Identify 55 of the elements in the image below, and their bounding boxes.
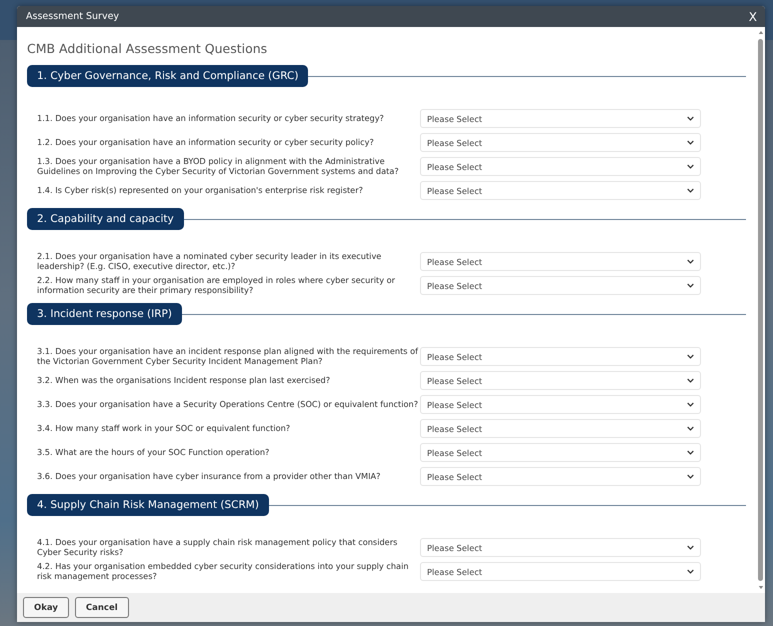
scroll-down-icon[interactable] xyxy=(758,585,764,590)
chevron-down-icon xyxy=(687,426,694,431)
question-text: 4.2. Has your organisation embedded cyber security considerations into your supply chain risk management processes? xyxy=(37,562,410,581)
section-header: 3. Incident response (IRP) xyxy=(27,303,182,325)
dropdown[interactable]: Please Select xyxy=(420,133,701,152)
question-text: 2.1. Does your organisation have a nominated cyber security leader in its executive leadership? (E.g. CISO, executive director, etc.)? xyxy=(37,252,382,271)
question-text: 3.5. What are the hours of your SOC Function operation? xyxy=(37,448,270,458)
section-header: 4. Supply Chain Risk Management (SCRM) xyxy=(27,494,269,516)
chevron-down-icon xyxy=(687,164,694,169)
question-text: 2.2. How many staff in your organisation are employed in roles where cyber security or information security are their primary responsibility? xyxy=(37,276,396,295)
chevron-down-icon xyxy=(687,545,694,550)
okay-button[interactable]: Okay xyxy=(23,597,69,618)
chevron-down-icon xyxy=(687,354,694,359)
dropdown[interactable]: Please Select xyxy=(420,371,701,390)
scroll-up-icon[interactable] xyxy=(758,30,764,35)
question-text: 1.3. Does your organisation have a BYOD policy in alignment with the Administrative Guidelines on Improving the Cyber Security of Victorian Government systems and data? xyxy=(37,157,400,176)
chevron-down-icon xyxy=(687,259,694,264)
dropdown[interactable]: Please Select xyxy=(420,157,701,176)
chevron-down-icon xyxy=(687,188,694,193)
dropdown[interactable]: Please Select xyxy=(420,109,701,128)
chevron-down-icon xyxy=(687,450,694,455)
chevron-down-icon xyxy=(687,378,694,383)
dropdown[interactable]: Please Select xyxy=(420,395,701,414)
chevron-down-icon xyxy=(687,402,694,407)
form-heading: CMB Additional Assessment Questions xyxy=(27,41,268,56)
chevron-down-icon xyxy=(687,140,694,145)
close-button[interactable]: X xyxy=(746,10,759,24)
question-text: 3.1. Does your organisation have an incident response plan aligned with the requirements of the Victorian Government Cyber Security Incident Management Plan? xyxy=(37,347,420,366)
question-text: 1.1. Does your organisation have an information security or cyber security strategy? xyxy=(37,114,385,124)
question-text: 1.2. Does your organisation have an information security or cyber security policy? xyxy=(37,138,375,148)
cancel-button[interactable]: Cancel xyxy=(74,597,129,618)
dialog-title: Assessment Survey xyxy=(26,11,120,22)
chevron-down-icon xyxy=(687,569,694,574)
dropdown[interactable]: Please Select xyxy=(420,419,701,438)
dropdown[interactable]: Please Select xyxy=(420,181,701,200)
dropdown[interactable]: Please Select xyxy=(420,252,701,271)
question-text: 3.6. Does your organisation have cyber insurance from a provider other than VMIA? xyxy=(37,472,382,482)
scroll-thumb[interactable] xyxy=(758,39,763,581)
dropdown[interactable]: Please Select xyxy=(420,538,701,557)
dropdown[interactable]: Please Select xyxy=(420,276,701,295)
dropdown[interactable]: Please Select xyxy=(420,467,701,486)
question-text: 4.1. Does your organisation have a supply chain risk management policy that considers Cyber Security risks? xyxy=(37,538,398,557)
section-header: 1. Cyber Governance, Risk and Compliance (GRC) xyxy=(27,65,308,87)
question-text: 3.3. Does your organisation have a Security Operations Centre (SOC) or equivalent function? xyxy=(37,400,420,410)
dropdown[interactable]: Please Select xyxy=(420,562,701,581)
question-text: 1.4. Is Cyber risk(s) represented on your organisation's enterprise risk register? xyxy=(37,186,364,196)
question-text: 3.2. When was the organisations Incident response plan last exercised? xyxy=(37,376,332,386)
chevron-down-icon xyxy=(687,116,694,121)
chevron-down-icon xyxy=(687,474,694,479)
dropdown[interactable]: Please Select xyxy=(420,443,701,462)
question-text: 3.4. How many staff work in your SOC or equivalent function? xyxy=(37,424,292,434)
dropdown[interactable]: Please Select xyxy=(420,347,701,366)
scrollbar[interactable] xyxy=(756,27,765,593)
section-header: 2. Capability and capacity xyxy=(27,208,184,230)
chevron-down-icon xyxy=(687,283,694,288)
